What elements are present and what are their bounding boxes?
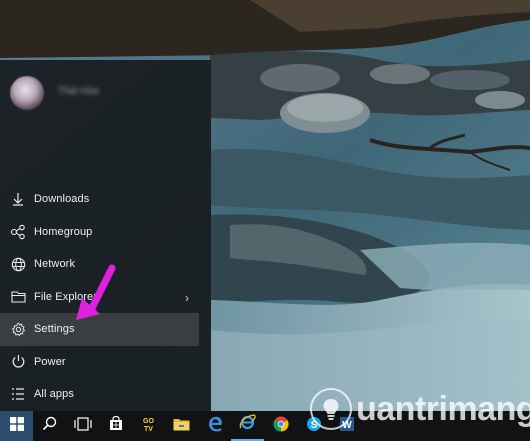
start-button[interactable] xyxy=(0,411,33,441)
svg-text:W: W xyxy=(342,420,352,431)
gotv-icon: GO TV xyxy=(142,418,156,434)
skype-icon: S xyxy=(306,416,322,437)
user-name: Thái Hòa xyxy=(58,86,99,97)
windows-icon xyxy=(9,416,24,436)
annotation-arrow xyxy=(72,264,122,326)
chevron-right-icon[interactable]: › xyxy=(185,291,189,305)
taskbar-chrome[interactable] xyxy=(264,411,297,441)
taskbar-file-explorer[interactable] xyxy=(165,411,198,441)
network-icon xyxy=(10,256,26,272)
taskbar-internet-explorer[interactable] xyxy=(231,411,264,441)
gotv-label: GO TV xyxy=(143,418,154,433)
taskbar: GO TV S W xyxy=(0,411,530,441)
search-icon xyxy=(42,416,57,436)
taskbar-gotv[interactable]: GO TV xyxy=(132,411,165,441)
start-item-label: Settings xyxy=(34,323,75,336)
gear-icon xyxy=(10,321,26,337)
start-item-all-apps[interactable]: All apps xyxy=(0,378,211,411)
power-icon xyxy=(10,354,26,370)
svg-text:S: S xyxy=(310,419,317,430)
internet-explorer-icon xyxy=(239,414,256,436)
start-item-power[interactable]: Power xyxy=(0,346,211,379)
homegroup-icon xyxy=(10,224,26,240)
start-item-label: Network xyxy=(34,258,76,271)
start-item-label: Homegroup xyxy=(34,225,93,238)
chrome-icon xyxy=(272,416,289,437)
taskbar-search-button[interactable] xyxy=(33,411,66,441)
start-item-label: Power xyxy=(34,355,66,368)
edge-icon xyxy=(207,416,223,437)
folder-icon xyxy=(10,289,26,305)
taskbar-skype[interactable]: S xyxy=(297,411,330,441)
taskbar-store[interactable] xyxy=(99,411,132,441)
word-icon: W xyxy=(339,416,355,437)
start-item-downloads[interactable]: Downloads xyxy=(0,183,211,216)
taskbar-edge[interactable] xyxy=(198,411,231,441)
user-account[interactable]: Thái Hòa xyxy=(10,74,200,114)
task-view-icon xyxy=(73,416,92,436)
store-icon xyxy=(109,415,123,436)
list-icon xyxy=(10,386,26,402)
start-menu: Thái Hòa Downloads Homegroup Network Fil… xyxy=(0,60,211,411)
task-view-button[interactable] xyxy=(66,411,99,441)
taskbar-word[interactable]: W xyxy=(330,411,363,441)
start-item-homegroup[interactable]: Homegroup xyxy=(0,216,211,249)
start-item-label: All apps xyxy=(34,388,74,401)
start-item-label: Downloads xyxy=(34,193,90,206)
user-avatar[interactable] xyxy=(10,76,44,110)
download-icon xyxy=(10,191,26,207)
file-explorer-icon xyxy=(173,417,190,436)
